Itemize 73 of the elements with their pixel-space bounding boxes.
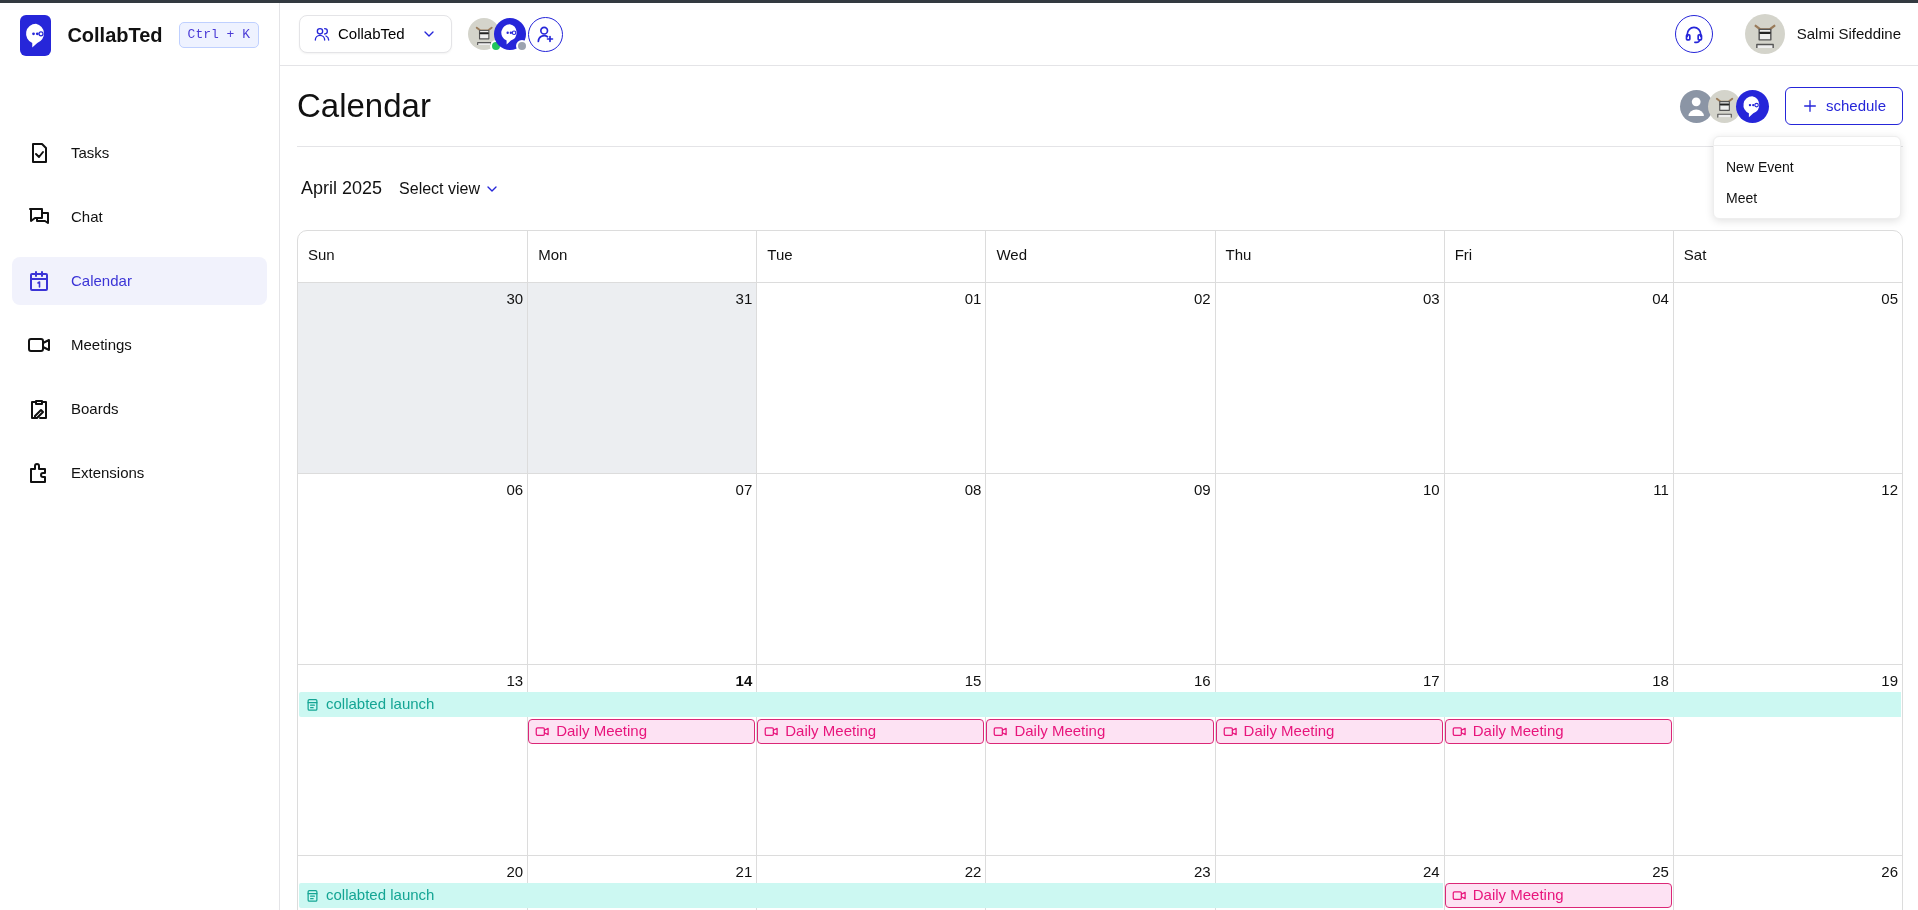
video-camera-icon: [535, 724, 551, 739]
weekday-header: Thu: [1214, 231, 1444, 282]
weekday-header: Wed: [985, 231, 1215, 282]
video-camera-icon: [1451, 724, 1467, 739]
event-chip[interactable]: Daily Meeting: [1444, 883, 1672, 908]
day-number: 10: [1423, 480, 1441, 500]
user-name: Salmi Sifeddine: [1796, 23, 1901, 44]
calendar-icon: [27, 269, 51, 293]
day-number: 05: [1881, 289, 1899, 309]
video-camera-icon: [993, 724, 1009, 739]
day-number: 07: [735, 480, 754, 500]
weekday-header: Fri: [1443, 231, 1673, 282]
event-chip[interactable]: Daily Meeting: [1215, 719, 1443, 744]
sidebar-item[interactable]: Calendar: [12, 257, 267, 305]
weekday-header: Tue: [756, 231, 986, 282]
sidebar-item[interactable]: Chat: [12, 193, 267, 241]
day-number: 04: [1652, 289, 1670, 309]
brand-name: CollabTed: [67, 23, 163, 48]
day-number: 24: [1423, 862, 1441, 882]
day-number: 20: [506, 862, 525, 882]
day-number: 17: [1423, 671, 1441, 691]
day-number: 14: [735, 671, 754, 691]
invite-member-button[interactable]: [527, 16, 563, 52]
sidebar-item[interactable]: Boards: [12, 385, 267, 433]
view-select[interactable]: Select view: [398, 175, 501, 202]
day-number: 03: [1423, 289, 1441, 309]
day-number: 02: [1193, 289, 1212, 309]
sidebar-item[interactable]: Extensions: [12, 449, 267, 497]
day-number: 18: [1652, 671, 1670, 691]
event-chip[interactable]: Daily Meeting: [986, 719, 1214, 744]
sidebar-item[interactable]: Meetings: [12, 321, 267, 369]
weekday-header: Sat: [1672, 231, 1902, 282]
shortcut-hint: Ctrl + K: [178, 22, 259, 48]
weekday-header: Mon: [527, 231, 757, 282]
day-number: 31: [735, 289, 754, 309]
event-chip[interactable]: Daily Meeting: [1444, 719, 1672, 744]
video-camera-icon: [764, 724, 780, 739]
day-number: 06: [506, 480, 525, 500]
event-chip[interactable]: Daily Meeting: [757, 719, 985, 744]
day-number: 21: [735, 862, 754, 882]
day-number: 23: [1193, 862, 1212, 882]
day-number: 30: [506, 289, 525, 309]
schedule-button[interactable]: schedule: [1784, 87, 1903, 125]
people-icon: [314, 26, 330, 42]
video-camera-icon: [1222, 724, 1238, 739]
day-number: 09: [1193, 480, 1212, 500]
video-camera-icon: [1451, 888, 1467, 903]
page-title: Calendar: [297, 86, 431, 126]
day-number: 15: [964, 671, 983, 691]
weekday-header: Sun: [307, 245, 336, 265]
day-number: 19: [1881, 671, 1899, 691]
notes-icon: [305, 697, 320, 712]
sidebar-item[interactable]: Tasks: [12, 129, 267, 177]
menu-item[interactable]: Meet: [1714, 183, 1900, 214]
add-user-icon: [535, 24, 556, 44]
menu-item[interactable]: New Event: [1714, 152, 1900, 183]
day-number: 11: [1653, 480, 1670, 500]
day-number: 22: [964, 862, 983, 882]
event-chip[interactable]: Daily Meeting: [528, 719, 756, 744]
day-number: 01: [964, 289, 983, 309]
notes-icon: [305, 888, 320, 903]
day-number: 08: [964, 480, 983, 500]
day-number: 25: [1652, 862, 1670, 882]
day-number: 12: [1881, 480, 1899, 500]
support-button[interactable]: [1674, 15, 1713, 53]
plus-icon: [1801, 98, 1818, 114]
workspace-selector[interactable]: CollabTed: [299, 15, 452, 53]
month-label: April 2025: [301, 177, 383, 200]
headset-icon: [1683, 24, 1704, 44]
day-number: 13: [506, 671, 525, 691]
day-number: 16: [1193, 671, 1212, 691]
app-logo[interactable]: [20, 14, 52, 56]
day-number: 26: [1881, 862, 1899, 882]
